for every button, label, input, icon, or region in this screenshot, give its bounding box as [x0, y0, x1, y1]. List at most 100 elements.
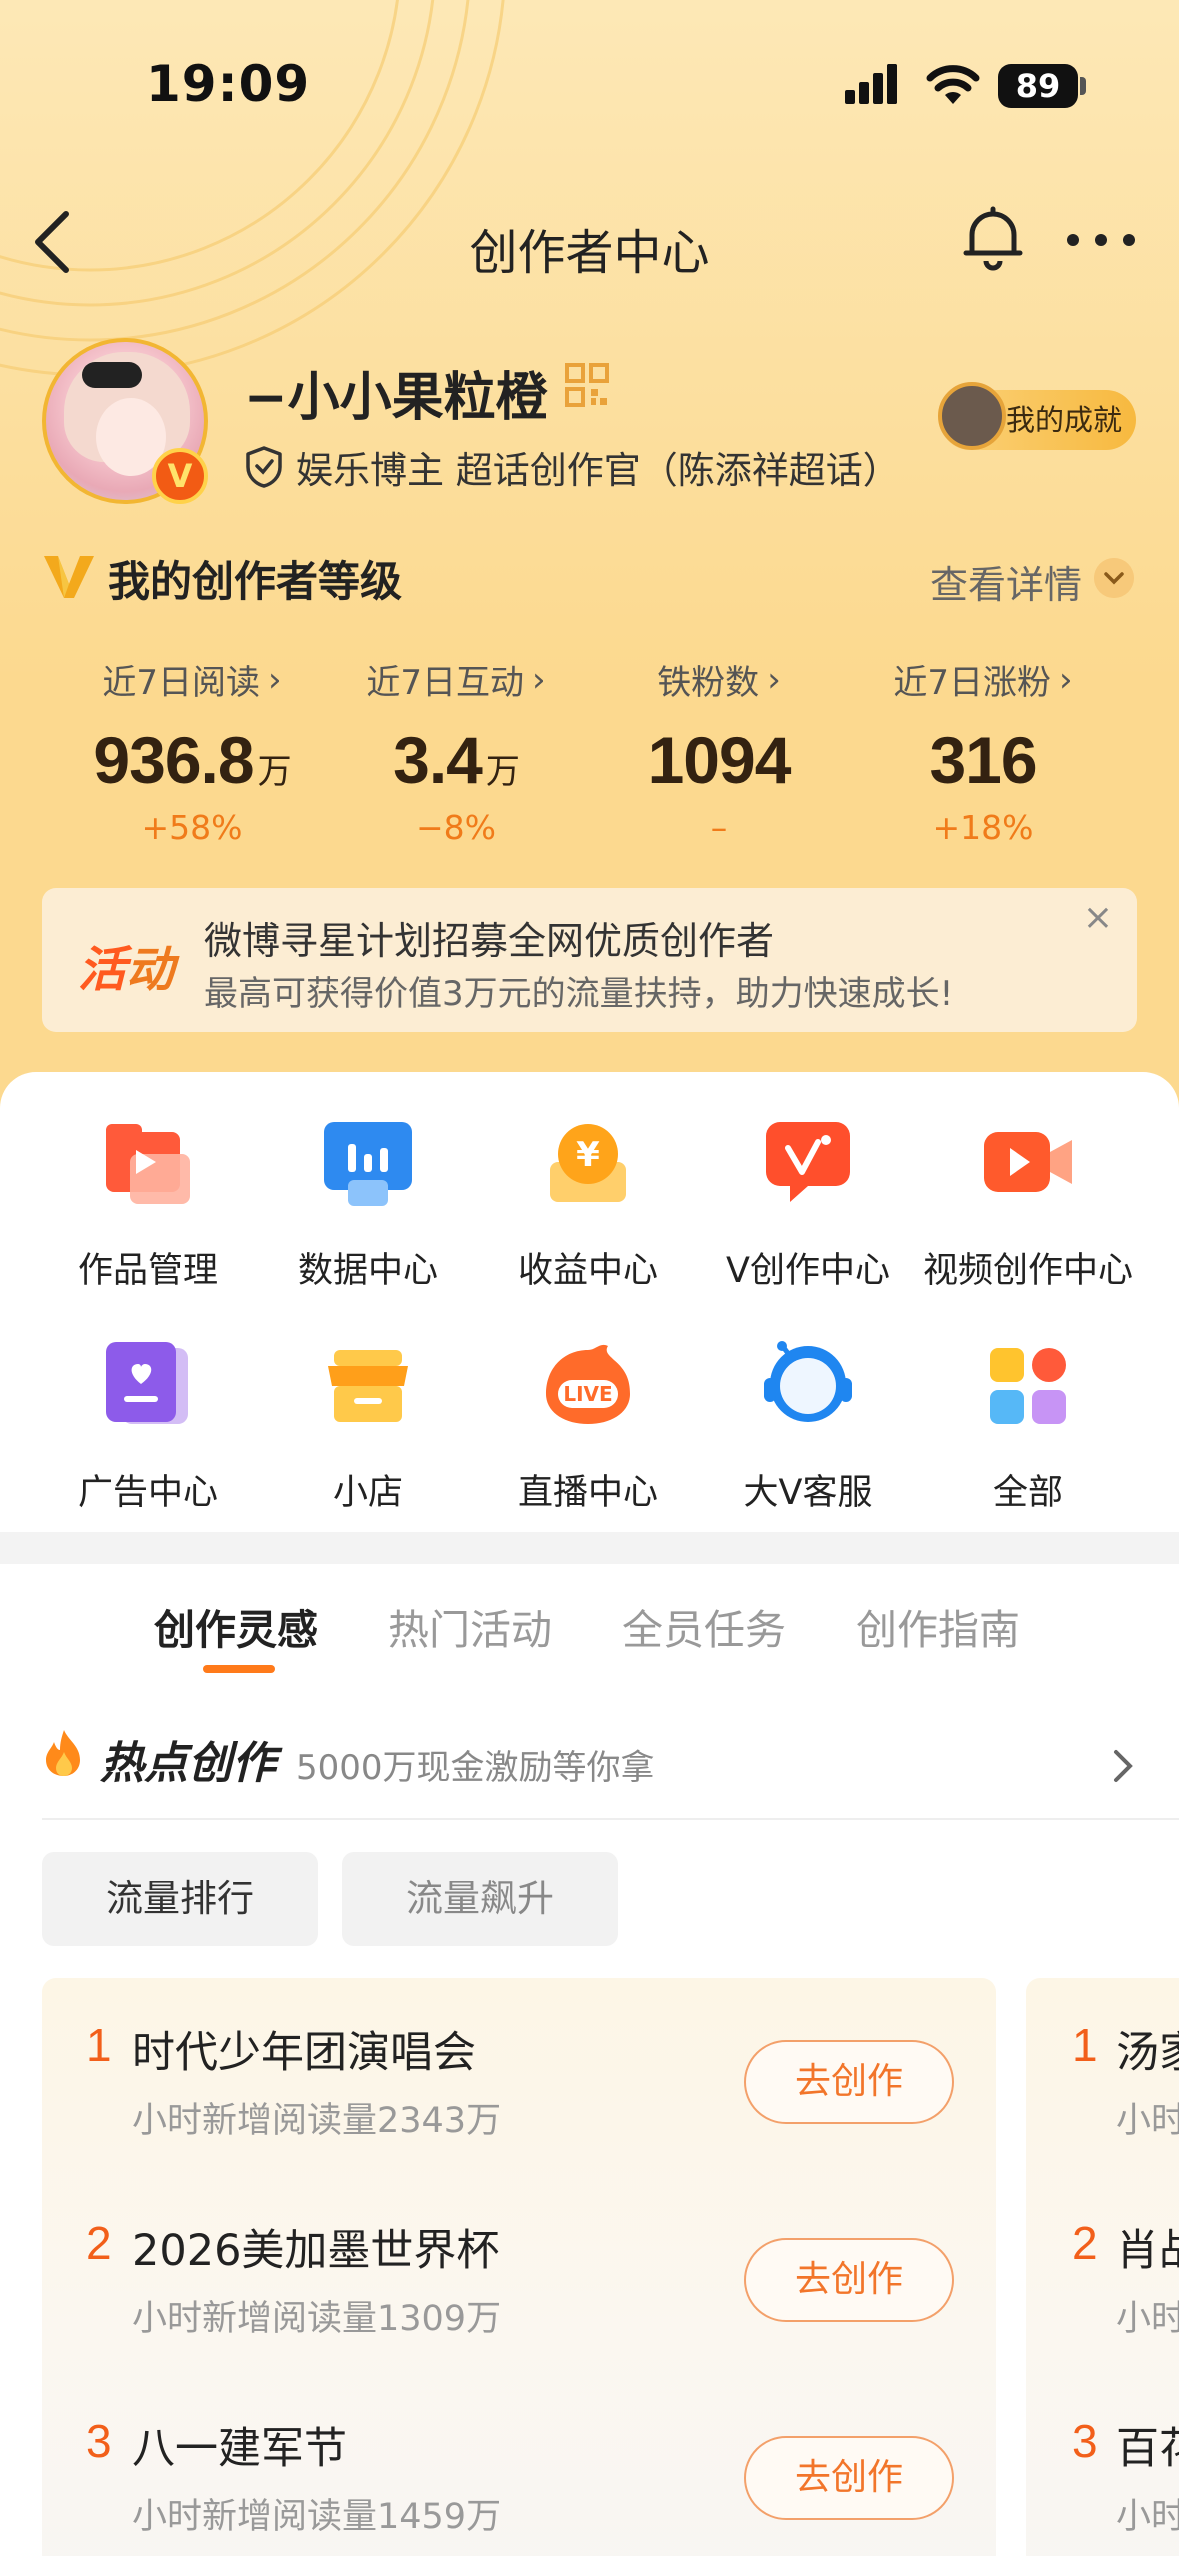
v-create-icon	[766, 1122, 850, 1202]
status-time: 19:09	[146, 55, 311, 113]
stat-interact[interactable]: 近7日互动 › 3.4 万 −8%	[309, 655, 603, 848]
rank-number: 3	[1072, 2415, 1098, 2467]
go-create-button[interactable]: 去创作	[744, 2238, 954, 2322]
close-icon[interactable]: ×	[1078, 898, 1118, 938]
stat-label: 近7日阅读	[102, 663, 261, 703]
tab-guide[interactable]: 创作指南	[856, 1596, 1020, 1656]
cellular-signal-icon	[845, 64, 897, 104]
pill-traffic-surge[interactable]: 流量飙升	[342, 1852, 618, 1946]
bell-icon[interactable]	[962, 205, 1024, 271]
chevron-down-icon[interactable]	[1094, 558, 1134, 598]
grid-shop[interactable]: 小店	[250, 1338, 486, 1515]
grid-label: 直播中心	[517, 1473, 658, 1513]
activity-tag: 活动	[78, 930, 174, 1000]
stat-unit: 万	[485, 753, 520, 791]
stat-value: 1094	[647, 723, 792, 797]
section-divider	[0, 1532, 1179, 1564]
rank-subtitle: 小时新增阅读量1459万	[132, 2497, 502, 2537]
grid-data[interactable]: 数据中心	[250, 1116, 486, 1293]
battery-tip	[1080, 77, 1086, 95]
rank-title[interactable]: 八一建军节	[132, 2414, 347, 2476]
rank-title[interactable]: 汤家	[1116, 2018, 1179, 2080]
rank-title[interactable]: 百花	[1116, 2414, 1179, 2476]
works-icon	[106, 1124, 190, 1204]
all-icon	[990, 1348, 1066, 1424]
hot-creation-subtitle: 5000万现金激励等你拿	[296, 1748, 655, 1788]
rank-number: 2	[1072, 2217, 1098, 2269]
tab-hot-activities[interactable]: 热门活动	[388, 1596, 552, 1656]
grid-v-create[interactable]: V创作中心	[690, 1116, 926, 1293]
stat-read[interactable]: 近7日阅读 › 936.8 万 +58%	[45, 655, 339, 848]
svg-text:¥: ¥	[576, 1135, 600, 1175]
verification-info: 娱乐博主 超话创作官（陈添祥超话）	[244, 440, 900, 494]
grid-label: 大V客服	[743, 1473, 873, 1513]
rank-title[interactable]: 时代少年团演唱会	[132, 2018, 476, 2080]
stat-new-fans[interactable]: 近7日涨粉 › 316 +18%	[836, 655, 1130, 848]
pill-traffic-rank[interactable]: 流量排行	[42, 1852, 318, 1946]
divider	[42, 1818, 1179, 1820]
grid-works[interactable]: 作品管理	[30, 1116, 266, 1293]
achievement-label: 我的成就	[1006, 403, 1123, 437]
activity-banner[interactable]: 活动 微博寻星计划招募全网优质创作者 最高可获得价值3万元的流量扶持，助力快速成…	[42, 888, 1137, 1032]
stat-iron-fans[interactable]: 铁粉数 › 1094 –	[572, 655, 866, 848]
service-icon	[764, 1341, 852, 1422]
stat-change: +18%	[932, 808, 1034, 847]
svg-text:LIVE: LIVE	[563, 1382, 612, 1406]
grid-video[interactable]: 视频创作中心	[910, 1116, 1146, 1293]
data-icon	[324, 1122, 412, 1206]
video-icon	[984, 1132, 1072, 1192]
grid-live[interactable]: LIVE 直播中心	[470, 1338, 706, 1515]
chevron-right-icon[interactable]	[1110, 1746, 1136, 1786]
income-icon: ¥	[550, 1124, 626, 1202]
chevron-right-icon: ›	[532, 659, 546, 700]
rank-number: 2	[86, 2217, 112, 2269]
stat-value: 316	[929, 723, 1037, 797]
rank-number: 1	[1072, 2019, 1098, 2071]
shop-icon	[328, 1350, 408, 1422]
stat-change: −8%	[415, 808, 496, 847]
grid-ad[interactable]: 广告中心	[30, 1338, 266, 1515]
ad-icon	[106, 1342, 188, 1424]
go-create-button[interactable]: 去创作	[744, 2040, 954, 2124]
rank-number: 1	[86, 2019, 112, 2071]
stat-value: 3.4	[393, 723, 483, 797]
stat-label: 近7日互动	[366, 663, 525, 703]
stat-label: 铁粉数	[657, 663, 760, 703]
avatar-bow	[82, 362, 142, 388]
tab-all-tasks[interactable]: 全员任务	[622, 1596, 786, 1656]
grid-label: 广告中心	[77, 1473, 218, 1513]
banner-line2: 最高可获得价值3万元的流量扶持，助力快速成长!	[204, 974, 954, 1014]
grid-label: 全部	[992, 1473, 1063, 1513]
flame-icon	[46, 1730, 80, 1776]
grid-all[interactable]: 全部	[910, 1338, 1146, 1515]
more-icon[interactable]	[1065, 232, 1137, 248]
creator-v-icon	[44, 556, 94, 598]
activity-tag-a: 活	[78, 942, 127, 998]
rank-subtitle: 小时	[1116, 2101, 1179, 2141]
grid-label: 视频创作中心	[922, 1251, 1133, 1291]
rank-number: 3	[86, 2415, 112, 2467]
banner-line1: 微博寻星计划招募全网优质创作者	[204, 919, 775, 963]
grid-income[interactable]: ¥ 收益中心	[470, 1116, 706, 1293]
qr-code-icon[interactable]	[565, 363, 609, 407]
chevron-right-icon: ›	[1059, 659, 1073, 700]
grid-label: 小店	[332, 1473, 403, 1513]
verified-v-badge: V	[152, 448, 208, 504]
grid-service[interactable]: 大V客服	[690, 1338, 926, 1515]
tab-inspiration[interactable]: 创作灵感	[154, 1596, 318, 1656]
grid-label: 收益中心	[517, 1251, 658, 1291]
shield-icon	[246, 446, 282, 488]
stat-change: –	[710, 808, 728, 847]
achievement-badge-icon	[938, 382, 1006, 450]
stat-label: 近7日涨粉	[893, 663, 1052, 703]
wifi-icon	[926, 65, 980, 104]
rank-title[interactable]: 肖战	[1116, 2216, 1179, 2278]
view-details-link[interactable]: 查看详情	[930, 554, 1082, 609]
rank-title[interactable]: 2026美加墨世界杯	[132, 2216, 499, 2278]
username[interactable]: −小小果粒橙	[244, 355, 548, 430]
chevron-right-icon: ›	[767, 659, 781, 700]
go-create-button[interactable]: 去创作	[744, 2436, 954, 2520]
battery-icon: 89	[998, 64, 1078, 108]
creator-level-title: 我的创作者等级	[108, 557, 403, 606]
grid-label: 数据中心	[297, 1251, 438, 1291]
